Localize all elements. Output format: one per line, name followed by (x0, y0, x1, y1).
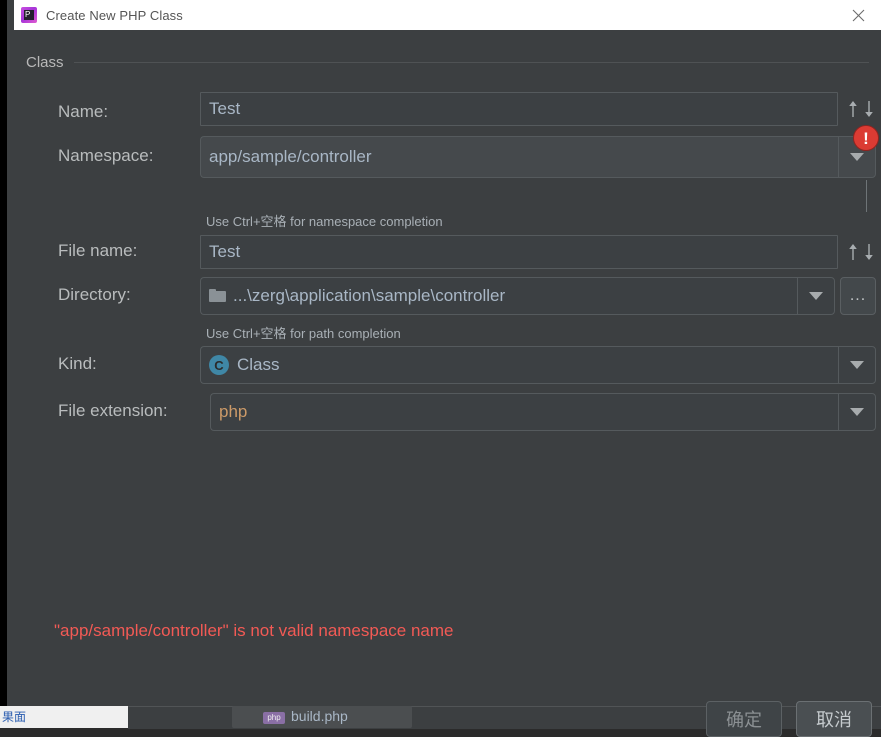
name-label: Name: (58, 102, 109, 121)
php-badge-icon: php (263, 712, 285, 724)
class-group-title: Class (26, 53, 64, 71)
name-input[interactable]: Test (200, 92, 838, 126)
file-extension-label: File extension: (58, 401, 168, 420)
class-icon: C (209, 355, 229, 375)
file-name-sort-up-down-icon[interactable] (848, 243, 875, 261)
file-name-label: File name: (58, 241, 138, 260)
file-extension-chevron-down-icon[interactable] (838, 393, 876, 431)
background-left-label: 果面 (2, 710, 27, 724)
directory-input[interactable]: ...\zerg\application\sample\controller (200, 277, 797, 315)
directory-chevron-down-icon[interactable] (797, 277, 835, 315)
class-group-header: Class (26, 52, 869, 72)
group-divider (73, 61, 869, 63)
directory-hint: Use Ctrl+空格 for path completion (206, 326, 401, 341)
kind-value: Class (237, 355, 280, 374)
kind-select[interactable]: C Class (200, 346, 838, 384)
ok-button[interactable]: 确定 (706, 701, 782, 737)
background-file-tab-label: build.php (291, 708, 348, 724)
kind-label: Kind: (58, 354, 97, 373)
dialog-body: Class Name: Test Namespace: app/sample/c… (14, 30, 881, 737)
namespace-hint: Use Ctrl+空格 for namespace completion (206, 214, 443, 229)
kind-chevron-down-icon[interactable] (838, 346, 876, 384)
phpstorm-icon: P (21, 7, 37, 23)
namespace-error-badge-icon[interactable]: ! (853, 125, 879, 151)
close-icon[interactable] (835, 0, 881, 30)
validation-error-message: "app/sample/controller" is not valid nam… (54, 621, 454, 640)
dialog-title: Create New PHP Class (46, 7, 183, 23)
create-new-php-class-dialog: P Create New PHP Class Class Name: Test (0, 0, 881, 737)
directory-value: ...\zerg\application\sample\controller (233, 286, 506, 305)
namespace-input[interactable]: app/sample/controller (200, 136, 838, 178)
cancel-button[interactable]: 取消 (796, 701, 872, 737)
dialog-title-bar: P Create New PHP Class (14, 0, 881, 30)
file-name-input[interactable]: Test (200, 235, 838, 269)
folder-icon (209, 289, 226, 303)
file-extension-select[interactable]: php (210, 393, 838, 431)
error-badge-stem (866, 180, 867, 212)
namespace-label: Namespace: (58, 146, 154, 165)
sort-up-down-icon[interactable] (848, 100, 875, 118)
directory-browse-button[interactable]: ... (840, 277, 876, 315)
directory-label: Directory: (58, 285, 131, 304)
